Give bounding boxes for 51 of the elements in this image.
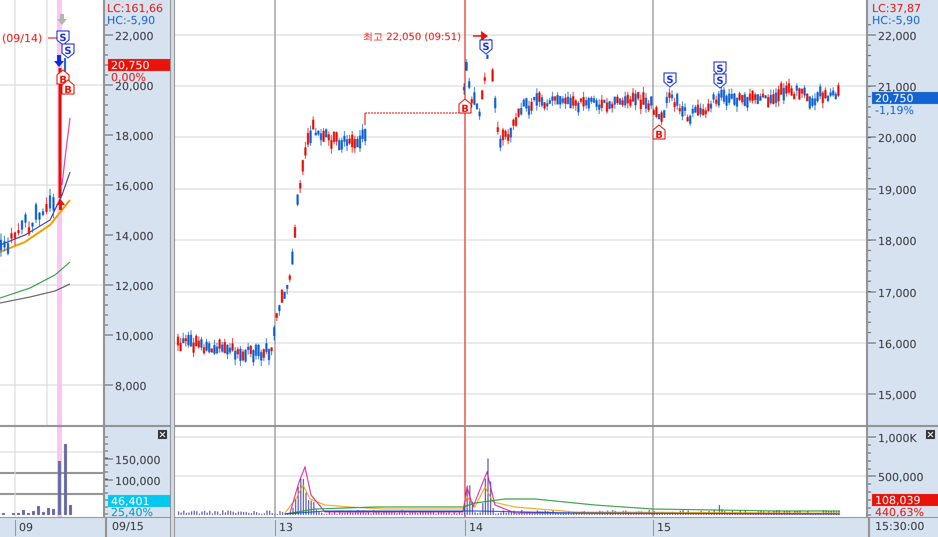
lc-value: LC:37,87: [872, 2, 922, 15]
buy-signal-marker: B: [652, 124, 666, 141]
axis-label: 16,000: [878, 338, 916, 351]
axis-label: 17,000: [878, 287, 916, 300]
current-volume: 108,039: [875, 494, 920, 507]
axis-label: 10,000: [115, 330, 154, 343]
arrow-icon: [56, 199, 65, 210]
axis-label: 500,000: [878, 471, 924, 484]
axis-label: 18,000: [115, 130, 154, 143]
sell-signal-marker: S: [62, 44, 74, 59]
current-price: 20,750: [875, 92, 914, 105]
arrow-icon: [57, 14, 67, 25]
hc-value: HC:-5,90: [107, 14, 156, 27]
volume-ratio: 440,63%: [875, 506, 924, 519]
date-label: 14: [465, 520, 483, 536]
sell-signal-marker: S: [664, 72, 676, 88]
axis-label: 150,000: [115, 454, 160, 467]
date-marker-label: (09/14): [2, 32, 42, 45]
high-price-annotation: 최고 22,050 (09:51): [363, 32, 461, 43]
arrow-icon: [473, 31, 488, 41]
lc-value: LC:161,66: [107, 2, 164, 15]
volume-ratio: 25,40%: [111, 506, 153, 519]
axis-label: 16,000: [115, 180, 154, 193]
axis-label: 1,000K: [878, 432, 917, 445]
axis-label: 22,000: [878, 30, 916, 43]
axis-label: 12,000: [115, 280, 154, 293]
current-price: 20,750: [111, 59, 150, 72]
buy-signal-marker: B: [458, 98, 472, 115]
close-icon[interactable]: [158, 430, 167, 439]
axis-time: 15:30:00: [875, 520, 924, 533]
axis-label: 100,000: [115, 475, 160, 488]
date-label: 13: [275, 520, 293, 536]
date-label: 15: [653, 520, 671, 536]
date-label: 09: [15, 520, 33, 536]
axis-label: 20,000: [878, 132, 916, 145]
hc-value: HC:-5,90: [872, 14, 920, 27]
axis-label: 21,000: [878, 81, 916, 94]
axis-label: 19,000: [878, 184, 916, 197]
volume-bars-drawing: [2, 444, 72, 515]
axis-date: 09/15: [112, 520, 144, 533]
change-percent: -1,19%: [875, 104, 914, 117]
current-volume: 46,401: [111, 495, 150, 508]
arrow-icon: [54, 55, 64, 67]
axis-label: 22,000: [115, 30, 154, 43]
axis-label: 8,000: [115, 380, 146, 393]
sell-signal-marker: S: [480, 40, 492, 55]
axis-label: 14,000: [115, 230, 154, 243]
axis-label: 15,000: [878, 389, 916, 402]
sell-signal-marker: S: [714, 74, 726, 89]
close-icon[interactable]: [926, 430, 935, 439]
axis-label: 18,000: [878, 235, 916, 248]
